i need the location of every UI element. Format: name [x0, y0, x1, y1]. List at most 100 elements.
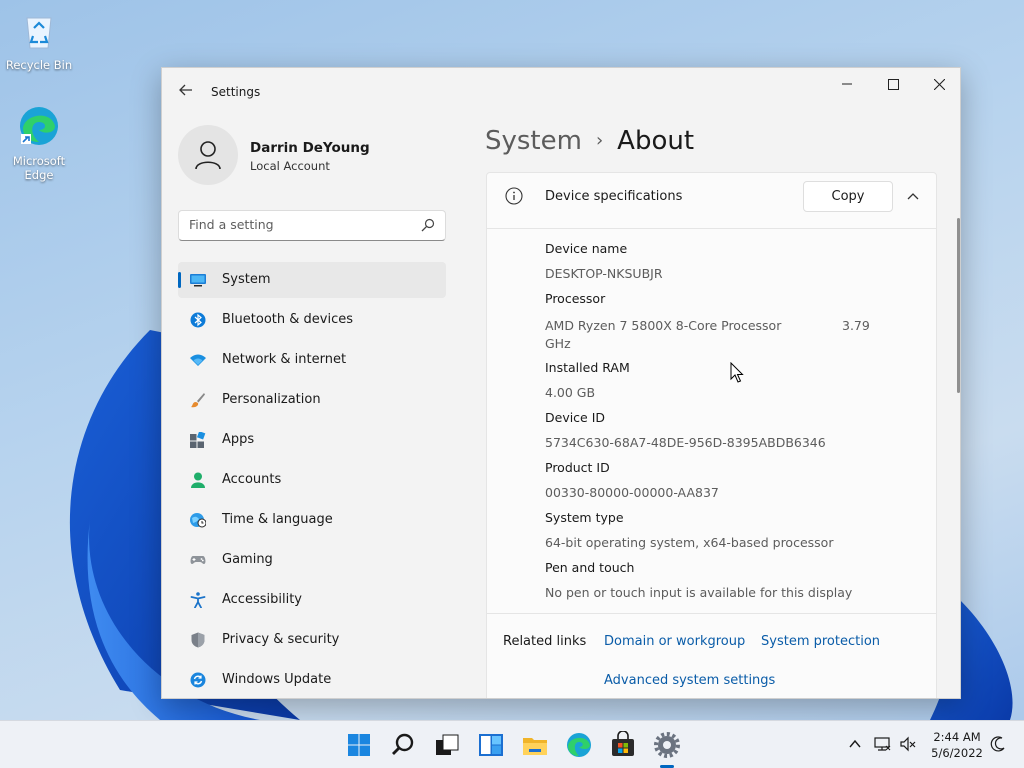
clock[interactable]: 2:44 AM 5/6/2022 — [924, 729, 990, 761]
sidebar-item-time-language[interactable]: Time & language — [178, 502, 446, 538]
mouse-cursor-icon — [730, 362, 744, 383]
spec-label: Pen and touch — [545, 560, 635, 575]
sidebar-item-network[interactable]: Network & internet — [178, 342, 446, 378]
back-button[interactable] — [176, 82, 196, 102]
person-icon — [191, 472, 205, 488]
taskbar: 2:44 AM 5/6/2022 — [0, 720, 1024, 768]
sidebar-item-gaming[interactable]: Gaming — [178, 542, 446, 578]
recycle-bin-icon — [26, 17, 52, 49]
section-title: Device specifications — [545, 189, 683, 204]
clock-date: 5/6/2022 — [931, 746, 983, 760]
desktop-icon-label: Microsoft Edge — [12, 154, 66, 182]
sidebar-item-label: Personalization — [222, 392, 321, 407]
start-icon[interactable] — [345, 731, 373, 759]
desktop-icon-label: Recycle Bin — [5, 58, 73, 72]
bluetooth-icon — [190, 312, 206, 328]
search-input[interactable] — [189, 217, 409, 232]
sidebar-item-apps[interactable]: Apps — [178, 422, 446, 458]
notification-icon[interactable] — [989, 735, 1007, 753]
apps-icon — [190, 432, 206, 448]
settings-window: Settings Darrin DeYoung Local Account Sy… — [161, 67, 961, 699]
search-box[interactable] — [178, 210, 446, 241]
sidebar-item-accessibility[interactable]: Accessibility — [178, 582, 446, 618]
accessibility-icon — [190, 592, 206, 608]
shield-icon — [191, 632, 205, 648]
back-arrow-icon — [179, 84, 192, 96]
sidebar-item-label: Network & internet — [222, 352, 347, 367]
system-icon — [190, 274, 206, 287]
maximize-icon — [887, 78, 899, 90]
clock-time: 2:44 AM — [933, 730, 981, 744]
page-title: About — [617, 126, 695, 156]
chevron-up-icon[interactable] — [903, 187, 923, 205]
sidebar-item-label: System — [222, 272, 271, 287]
volume-muted-icon[interactable] — [899, 735, 917, 753]
brush-icon — [191, 393, 205, 408]
chevron-up-icon[interactable] — [846, 735, 864, 753]
spec-value: 00330-80000-00000-AA837 — [545, 485, 719, 500]
desktop-icon-edge[interactable]: Microsoft Edge — [1, 104, 77, 182]
account-type: Local Account — [250, 159, 330, 173]
sidebar-item-accounts[interactable]: Accounts — [178, 462, 446, 498]
spec-label: System type — [545, 510, 624, 525]
minimize-icon — [842, 83, 852, 85]
link-advanced-system-settings[interactable]: Advanced system settings — [604, 673, 775, 688]
file-explorer-icon[interactable] — [521, 731, 549, 759]
spec-label: Device ID — [545, 410, 606, 425]
copy-button[interactable]: Copy — [803, 181, 893, 212]
sidebar-item-windows-update[interactable]: Windows Update — [178, 662, 446, 698]
spec-value: AMD Ryzen 7 5800X 8-Core Processor GHz — [545, 318, 782, 351]
breadcrumb-separator: › — [595, 130, 604, 151]
settings-icon[interactable] — [653, 731, 681, 759]
close-button[interactable] — [916, 68, 960, 100]
avatar[interactable] — [178, 125, 238, 185]
desktop-icon-recycle-bin[interactable]: Recycle Bin — [1, 8, 77, 72]
search-icon[interactable] — [389, 731, 417, 759]
task-view-icon[interactable] — [433, 731, 461, 759]
network-icon[interactable] — [873, 735, 891, 753]
sidebar-item-label: Accounts — [222, 472, 282, 487]
info-icon — [505, 187, 523, 205]
user-name: Darrin DeYoung — [250, 140, 370, 156]
close-icon — [933, 78, 945, 90]
scrollbar[interactable] — [957, 218, 960, 393]
spec-value: 5734C630-68A7-48DE-956D-8395ABDB6346 — [545, 435, 826, 450]
sidebar-item-label: Apps — [222, 432, 255, 447]
search-icon — [421, 218, 435, 232]
sidebar-item-label: Bluetooth & devices — [222, 312, 353, 327]
sidebar-nav: System Bluetooth & devices Network & int… — [178, 262, 446, 698]
update-icon — [190, 672, 206, 688]
sidebar-item-system[interactable]: System — [178, 262, 446, 298]
wifi-icon — [190, 354, 206, 366]
sidebar-item-label: Gaming — [222, 552, 273, 567]
edge-icon — [20, 107, 58, 145]
person-icon — [195, 141, 221, 170]
gamepad-icon — [190, 556, 206, 564]
device-specifications-header[interactable]: Device specifications Copy — [487, 173, 936, 229]
store-icon[interactable] — [609, 731, 637, 759]
spec-value-extra: 3.79 — [842, 318, 870, 333]
sidebar-item-label: Privacy & security — [222, 632, 340, 647]
sidebar-item-label: Windows Update — [222, 672, 332, 687]
link-domain-or-workgroup[interactable]: Domain or workgroup — [604, 634, 745, 649]
maximize-button[interactable] — [870, 68, 916, 100]
spec-value: 64-bit operating system, x64-based proce… — [545, 535, 834, 550]
spec-label: Processor — [545, 291, 606, 306]
edge-icon[interactable] — [565, 731, 593, 759]
sidebar-item-label: Time & language — [222, 512, 333, 527]
sidebar-item-privacy-security[interactable]: Privacy & security — [178, 622, 446, 658]
minimize-button[interactable] — [824, 68, 870, 100]
device-specifications-panel: Device specifications Copy Device name D… — [486, 172, 937, 698]
sidebar-item-bluetooth[interactable]: Bluetooth & devices — [178, 302, 446, 338]
link-system-protection[interactable]: System protection — [761, 634, 880, 649]
widgets-icon[interactable] — [477, 731, 505, 759]
sidebar-item-personalization[interactable]: Personalization — [178, 382, 446, 418]
spec-value: No pen or touch input is available for t… — [545, 585, 853, 600]
breadcrumb-parent[interactable]: System — [485, 126, 582, 156]
globe-icon — [190, 513, 206, 528]
spec-value: 4.00 GB — [545, 385, 596, 400]
sidebar-item-label: Accessibility — [222, 592, 302, 607]
related-links: Related links Domain or workgroup System… — [487, 613, 936, 698]
breadcrumb: System › About — [485, 126, 694, 156]
title-bar[interactable]: Settings — [162, 68, 960, 116]
